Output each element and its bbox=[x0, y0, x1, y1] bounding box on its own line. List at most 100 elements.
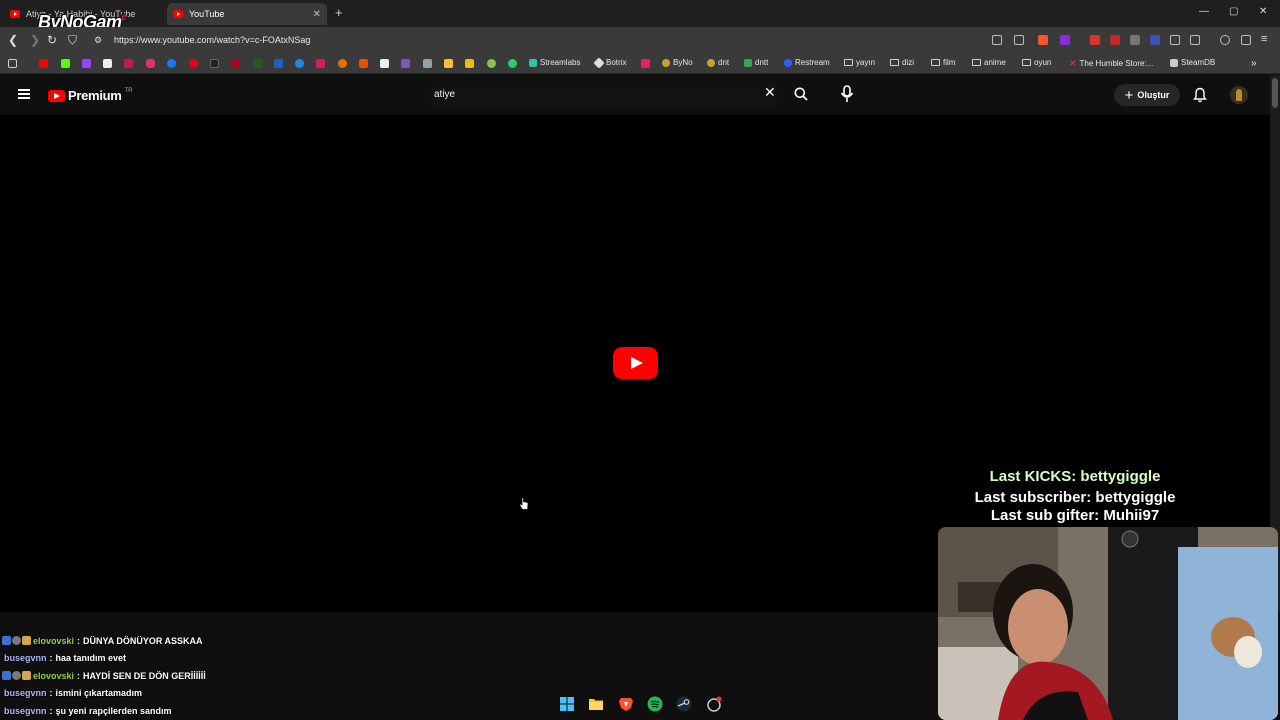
bookmark-byno[interactable]: ByNo bbox=[662, 58, 693, 67]
reload-icon[interactable]: ↻ bbox=[47, 33, 57, 47]
bookmark-humble-store[interactable]: ✕ The Humble Store:... bbox=[1069, 58, 1153, 69]
badge-icon bbox=[12, 636, 21, 646]
bookmark-icon[interactable] bbox=[295, 59, 304, 68]
bookmark-restream[interactable]: Restream bbox=[784, 58, 830, 67]
windows-start-icon[interactable] bbox=[559, 696, 575, 712]
bookmark-icon[interactable]: ⛉ bbox=[68, 33, 77, 48]
chat-text: haa tanıdım evet bbox=[55, 653, 127, 664]
leo-icon[interactable] bbox=[1241, 35, 1251, 45]
folder-icon bbox=[890, 59, 899, 66]
logo-text: Premium bbox=[68, 88, 122, 103]
steam-icon[interactable] bbox=[676, 696, 692, 712]
bookmark-icon[interactable] bbox=[316, 59, 325, 68]
file-explorer-icon[interactable] bbox=[588, 696, 604, 712]
new-tab-button[interactable]: + bbox=[335, 5, 343, 20]
bookmark-icon[interactable] bbox=[641, 59, 650, 68]
maximize-icon[interactable]: ▢ bbox=[1229, 6, 1238, 17]
youtube-premium-logo[interactable]: Premium TR bbox=[48, 88, 133, 103]
bookmark-icon[interactable] bbox=[124, 59, 133, 68]
bookmark-label: dnt bbox=[718, 58, 730, 67]
guide-menu-icon[interactable] bbox=[18, 89, 30, 99]
kick-bookmark-icon[interactable] bbox=[61, 59, 70, 68]
botrix-icon bbox=[593, 56, 605, 69]
twitch-bookmark-icon[interactable] bbox=[82, 59, 91, 68]
bookmark-streamlabs[interactable]: Streamlabs bbox=[529, 58, 580, 67]
site-info-icon[interactable]: ⚙ bbox=[94, 35, 102, 46]
chat-separator: : bbox=[77, 670, 81, 681]
bookmark-icon[interactable] bbox=[338, 59, 347, 68]
chat-text: şu yeni rapçilerden sandım bbox=[55, 705, 172, 716]
bookmark-icon[interactable] bbox=[444, 59, 453, 68]
extension-icon[interactable] bbox=[1110, 35, 1120, 45]
sidebar-icon[interactable] bbox=[1190, 35, 1200, 45]
chat-separator: : bbox=[49, 705, 53, 716]
bookmark-icon[interactable] bbox=[231, 59, 240, 68]
bookmark-dntt[interactable]: dntt bbox=[744, 58, 768, 67]
notifications-bell-icon[interactable] bbox=[1193, 87, 1207, 103]
brave-browser-icon[interactable] bbox=[618, 696, 634, 712]
bookmark-folder-anime[interactable]: anime bbox=[972, 58, 1006, 67]
brave-shields-icon[interactable] bbox=[1038, 35, 1048, 45]
large-play-button[interactable] bbox=[613, 347, 658, 379]
pinterest-bookmark-icon[interactable] bbox=[189, 59, 198, 68]
cast-icon[interactable] bbox=[992, 35, 1002, 45]
bookmark-icon[interactable] bbox=[253, 59, 262, 68]
back-icon[interactable]: ❮ bbox=[8, 33, 18, 47]
menu-icon[interactable]: ≡ bbox=[1261, 33, 1267, 45]
spotify-icon[interactable] bbox=[647, 696, 663, 712]
media-icon[interactable] bbox=[1220, 35, 1230, 45]
more-bookmarks-icon[interactable]: » bbox=[1251, 58, 1257, 69]
binance-bookmark-icon[interactable] bbox=[465, 59, 474, 68]
share-icon[interactable] bbox=[1014, 35, 1024, 45]
folder-icon bbox=[931, 59, 940, 66]
bookmark-folder-yayin[interactable]: yayın bbox=[844, 58, 875, 67]
amazon-bookmark-icon[interactable] bbox=[380, 59, 389, 68]
badge-icon bbox=[22, 671, 31, 681]
whatsapp-bookmark-icon[interactable] bbox=[508, 59, 517, 68]
bookmark-icon[interactable] bbox=[487, 59, 496, 68]
extension-icon[interactable] bbox=[1130, 35, 1140, 45]
extensions-puzzle-icon[interactable] bbox=[1170, 35, 1180, 45]
tab-title: YouTube bbox=[189, 9, 225, 19]
app-with-notification-icon[interactable] bbox=[706, 696, 722, 712]
webcam-feed bbox=[938, 527, 1278, 720]
forward-icon[interactable]: ❯ bbox=[30, 33, 40, 47]
chat-username: elovovski bbox=[33, 635, 75, 646]
bookmark-steamdb[interactable]: SteamDB bbox=[1170, 58, 1215, 67]
extension-red-icon[interactable] bbox=[1090, 35, 1100, 45]
apps-grid-icon[interactable] bbox=[8, 59, 17, 68]
minimize-icon[interactable]: — bbox=[1199, 6, 1209, 17]
bookmarks-bar: Streamlabs Botrix ByNo dnt dntt Restream… bbox=[0, 53, 1280, 74]
bookmark-icon[interactable] bbox=[359, 59, 368, 68]
facebook-bookmark-icon[interactable] bbox=[167, 59, 176, 68]
bookmark-icon[interactable] bbox=[423, 59, 432, 68]
bookmark-label: film bbox=[943, 58, 956, 67]
close-tab-icon[interactable]: ✕ bbox=[313, 9, 321, 20]
close-window-icon[interactable]: ✕ bbox=[1259, 6, 1267, 17]
instagram-bookmark-icon[interactable] bbox=[146, 59, 155, 68]
bookmark-folder-film[interactable]: film bbox=[931, 58, 955, 67]
bookmark-folder-dizi[interactable]: dizi bbox=[890, 58, 914, 67]
youtube-bookmark-icon[interactable] bbox=[39, 59, 48, 68]
extension-icon[interactable] bbox=[1150, 35, 1160, 45]
folder-icon bbox=[972, 59, 981, 66]
avatar[interactable] bbox=[1230, 86, 1248, 104]
url-field[interactable]: https://www.youtube.com/watch?v=c-FOAtxN… bbox=[114, 35, 310, 45]
bookmark-botrix[interactable]: Botrix bbox=[593, 56, 626, 69]
scrollbar-thumb[interactable] bbox=[1272, 78, 1278, 108]
tiktok-bookmark-icon[interactable] bbox=[210, 59, 219, 68]
byno-icon bbox=[662, 58, 670, 67]
microphone-icon[interactable] bbox=[838, 84, 856, 104]
bookmark-folder-oyun[interactable]: oyun bbox=[1022, 58, 1051, 67]
tab-youtube[interactable]: YouTube ✕ bbox=[167, 3, 327, 25]
bookmark-icon[interactable] bbox=[274, 59, 283, 68]
search-input[interactable] bbox=[434, 89, 734, 100]
chat-separator: : bbox=[49, 653, 53, 664]
create-button[interactable]: + Oluştur bbox=[1114, 84, 1180, 106]
clear-search-icon[interactable]: ✕ bbox=[764, 85, 776, 99]
x-bookmark-icon[interactable] bbox=[103, 59, 112, 68]
brave-rewards-icon[interactable] bbox=[1060, 35, 1070, 45]
bookmark-icon[interactable] bbox=[401, 59, 410, 68]
search-icon[interactable] bbox=[794, 87, 808, 101]
bookmark-dnt[interactable]: dnt bbox=[707, 58, 729, 67]
